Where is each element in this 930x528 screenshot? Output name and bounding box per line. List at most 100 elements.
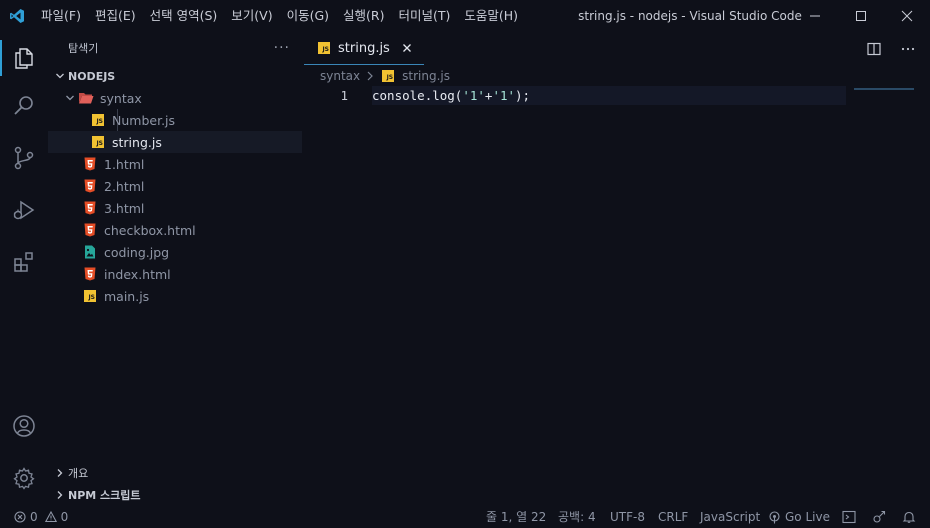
activity-source-control[interactable] <box>0 132 48 184</box>
explorer-header: 탐색기 ··· <box>48 32 302 64</box>
minimize-button[interactable] <box>792 0 838 32</box>
code-token-string: '1' <box>462 88 485 103</box>
more-actions-button[interactable]: ··· <box>274 40 290 56</box>
minimap[interactable] <box>854 88 914 90</box>
tree-file-coding-jpg[interactable]: coding.jpg <box>48 241 302 263</box>
npm-scripts-section-label: NPM 스크립트 <box>68 489 141 502</box>
activity-bar <box>0 32 48 506</box>
activity-run-debug[interactable] <box>0 184 48 236</box>
indentation[interactable]: 공백: 4 <box>558 506 596 528</box>
menu-run[interactable]: 실행(R) <box>336 0 391 32</box>
tree-folder-syntax[interactable]: syntax <box>48 87 302 109</box>
menu-bar: 파일(F) 편집(E) 선택 영역(S) 보기(V) 이동(G) 실행(R) 터… <box>34 0 525 32</box>
tree-file-number-js[interactable]: JS Number.js <box>48 109 302 131</box>
tree-label: syntax <box>100 90 142 106</box>
image-icon <box>82 244 98 260</box>
html-icon <box>82 200 98 216</box>
end-of-line[interactable]: CRLF <box>658 506 688 528</box>
tree-label: string.js <box>112 134 162 150</box>
code-token-identifier: console <box>372 88 425 103</box>
chevron-right-icon <box>52 465 68 481</box>
close-tab-icon[interactable] <box>400 41 414 55</box>
cursor-position[interactable]: 줄 1, 열 22 <box>486 506 546 528</box>
breadcrumb-file[interactable]: string.js <box>402 69 450 83</box>
terminal-icon <box>842 510 856 524</box>
go-live-button[interactable]: Go Live <box>768 506 830 528</box>
activity-manage[interactable] <box>0 452 48 504</box>
explorer-sidebar: 탐색기 ··· NODEJS syntax JS Number.js JS st… <box>48 32 302 506</box>
tree-file-index-html[interactable]: index.html <box>48 263 302 285</box>
tree-label: coding.jpg <box>104 244 170 260</box>
js-icon: JS <box>90 134 106 150</box>
workspace-root-header[interactable]: NODEJS <box>48 65 302 87</box>
tree-label: 3.html <box>104 200 145 216</box>
menu-edit[interactable]: 편집(E) <box>88 0 143 32</box>
js-icon: JS <box>380 68 396 84</box>
tree-label: main.js <box>104 288 150 304</box>
activity-accounts[interactable] <box>0 400 48 452</box>
workspace-root-label: NODEJS <box>68 69 116 83</box>
error-count: 0 <box>30 510 38 524</box>
npm-scripts-section-header[interactable]: NPM 스크립트 <box>48 484 302 506</box>
tree-label: checkbox.html <box>104 222 196 238</box>
js-icon: JS <box>316 40 332 56</box>
maximize-icon <box>856 11 866 21</box>
close-window-button[interactable] <box>884 0 930 32</box>
line-number: 1 <box>340 88 348 103</box>
status-bar: 0 0 줄 1, 열 22 공백: 4 UTF-8 CRLF JavaScrip… <box>0 506 930 528</box>
tab-label: string.js <box>338 40 390 56</box>
bell-icon <box>902 511 916 523</box>
problems-indicator[interactable]: 0 0 <box>14 506 68 528</box>
code-token-paren: ); <box>515 88 531 103</box>
feedback-icon <box>873 510 886 523</box>
warning-count: 0 <box>60 510 69 524</box>
error-icon <box>14 511 26 523</box>
activity-search[interactable] <box>0 80 48 132</box>
tree-file-1-html[interactable]: 1.html <box>48 153 302 175</box>
folder-open-icon <box>78 90 94 106</box>
menu-go[interactable]: 이동(G) <box>280 0 336 32</box>
activity-explorer[interactable] <box>0 32 48 84</box>
tree-file-checkbox-html[interactable]: checkbox.html <box>48 219 302 241</box>
tree-file-string-js[interactable]: JS string.js <box>48 131 302 153</box>
tree-file-2-html[interactable]: 2.html <box>48 175 302 197</box>
outline-section-header[interactable]: 개요 <box>48 462 302 484</box>
language-mode[interactable]: JavaScript <box>700 506 760 528</box>
code-token-string: '1' <box>492 88 516 103</box>
code-editor[interactable]: 1 console.log('1'+'1'); <box>302 86 930 506</box>
tree-label: index.html <box>104 266 171 282</box>
tree-file-3-html[interactable]: 3.html <box>48 197 302 219</box>
menu-help[interactable]: 도움말(H) <box>457 0 525 32</box>
split-editor-icon[interactable] <box>866 41 882 57</box>
terminal-button[interactable] <box>842 506 856 528</box>
tree-label: 2.html <box>104 178 145 194</box>
search-icon <box>14 96 33 115</box>
explorer-title: 탐색기 <box>68 42 99 55</box>
tab-string-js[interactable]: JS string.js <box>304 32 424 65</box>
maximize-button[interactable] <box>838 0 884 32</box>
tree-file-main-js[interactable]: JS main.js <box>48 285 302 307</box>
code-line-1[interactable]: console.log('1'+'1'); <box>372 86 530 105</box>
menu-view[interactable]: 보기(V) <box>224 0 279 32</box>
html-icon <box>82 156 98 172</box>
menu-file[interactable]: 파일(F) <box>34 0 88 32</box>
feedback-button[interactable] <box>872 506 886 528</box>
notifications-button[interactable] <box>902 506 916 528</box>
vscode-logo-icon <box>0 0 34 32</box>
html-icon <box>82 178 98 194</box>
outline-section-label: 개요 <box>68 467 89 480</box>
js-icon: JS <box>90 112 106 128</box>
encoding[interactable]: UTF-8 <box>610 506 645 528</box>
broadcast-icon <box>769 510 780 523</box>
more-actions-icon[interactable] <box>900 41 916 57</box>
menu-terminal[interactable]: 터미널(T) <box>392 0 458 32</box>
editor-tab-bar: JS string.js <box>302 32 930 65</box>
chevron-down-icon <box>62 90 78 106</box>
settings-gear-icon <box>13 467 35 490</box>
menu-selection[interactable]: 선택 영역(S) <box>143 0 225 32</box>
activity-extensions[interactable] <box>0 236 48 288</box>
tree-label: 1.html <box>104 156 145 172</box>
html-icon <box>82 266 98 282</box>
editor-actions <box>866 32 916 65</box>
breadcrumb-folder[interactable]: syntax <box>320 69 360 83</box>
